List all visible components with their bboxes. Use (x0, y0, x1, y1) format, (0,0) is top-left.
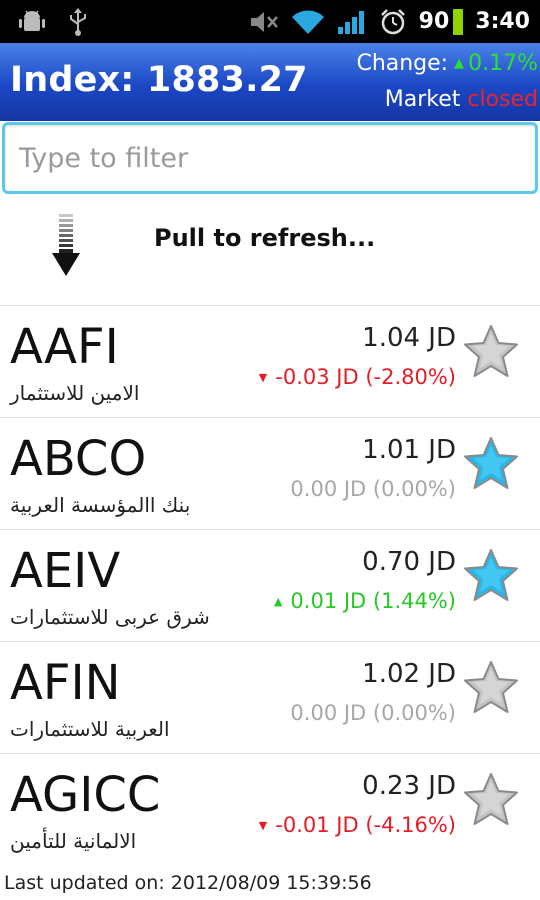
stock-price: 1.04 JD (362, 323, 456, 353)
stock-row-afin[interactable]: AFIN العربية للاستثمارات 1.02 JD 0.00 JD… (0, 643, 540, 754)
usb-icon (70, 8, 86, 36)
favorite-star-icon[interactable] (462, 547, 520, 603)
stock-symbol: AEIV (10, 543, 121, 599)
stock-row-aeiv[interactable]: AEIV شرق عربى للاستثمارات 0.70 JD ▲ 0.01 … (0, 531, 540, 642)
status-bar: 90 3:40 (0, 0, 540, 43)
refresh-arrow-icon (52, 214, 80, 276)
stock-price: 0.23 JD (362, 771, 456, 801)
market-status-line: Market closed (385, 87, 538, 112)
stock-price: 1.02 JD (362, 659, 456, 689)
clock: 3:40 (475, 9, 530, 34)
stock-change: 0.00 JD (0.00%) (290, 701, 456, 725)
filter-box[interactable] (2, 122, 538, 194)
stock-name: شرق عربى للاستثمارات (10, 605, 210, 629)
battery-icon (453, 8, 464, 35)
stock-change-value: 0.00 JD (0.00%) (290, 701, 456, 725)
battery-level: 90 (418, 9, 450, 34)
filter-input[interactable] (5, 125, 535, 191)
favorite-star-icon[interactable] (462, 323, 520, 379)
stock-price: 1.01 JD (362, 435, 456, 465)
stock-name: الامين للاستثمار (10, 381, 140, 405)
stock-change: 0.00 JD (0.00%) (290, 477, 456, 501)
favorite-star-icon[interactable] (462, 771, 520, 827)
market-label: Market (384, 87, 461, 112)
wifi-icon (291, 10, 324, 34)
change-indicator: Change: ▲ 0.17% (356, 51, 538, 76)
stock-symbol: ABCO (10, 431, 147, 487)
stock-name: الالمانية للتأمين (10, 829, 137, 853)
refresh-label: Pull to refresh... (154, 224, 376, 252)
alarm-icon (380, 8, 405, 34)
battery-indicator: 90 (418, 8, 464, 35)
favorite-star-icon[interactable] (462, 435, 520, 491)
android-debug-icon (19, 10, 45, 31)
signal-icon (337, 10, 364, 34)
stock-symbol: AGICC (10, 767, 161, 823)
stock-price: 0.70 JD (362, 547, 456, 577)
stock-change-value: 0.00 JD (0.00%) (290, 477, 456, 501)
up-arrow-icon: ▲ (273, 595, 283, 608)
stock-name: بنك االمؤسسة العربية (10, 493, 191, 517)
pull-to-refresh[interactable]: Pull to refresh... (0, 196, 540, 306)
stock-change: ▼ -0.01 JD (-4.16%) (259, 813, 456, 837)
last-updated: Last updated on: 2012/08/09 15:39:56 (4, 872, 372, 894)
stock-row-aafi[interactable]: AAFI الامين للاستثمار 1.04 JD ▼ -0.03 JD … (0, 307, 540, 418)
index-value: Index: 1883.27 (10, 60, 308, 100)
stock-symbol: AAFI (10, 319, 119, 375)
stock-row-agicc[interactable]: AGICC الالمانية للتأمين 0.23 JD ▼ -0.01 J… (0, 755, 540, 866)
stock-change-value: -0.03 JD (-2.80%) (275, 365, 456, 389)
stock-change: ▲ 0.01 JD (1.44%) (274, 589, 456, 613)
stock-change-value: 0.01 JD (1.44%) (290, 589, 456, 613)
stock-change: ▼ -0.03 JD (-2.80%) (259, 365, 456, 389)
stock-name: العربية للاستثمارات (10, 717, 170, 741)
market-status: closed (467, 87, 538, 112)
stock-change-value: -0.01 JD (-4.16%) (275, 813, 456, 837)
change-value: 0.17% (468, 51, 538, 76)
down-arrow-icon: ▼ (258, 819, 268, 832)
stock-symbol: AFIN (10, 655, 121, 711)
index-header: Index: 1883.27 Change: ▲ 0.17% Market clos… (0, 43, 540, 121)
change-label: Change: (356, 51, 449, 76)
up-arrow-icon: ▲ (454, 56, 465, 71)
mute-icon (250, 11, 278, 32)
down-arrow-icon: ▼ (258, 371, 268, 384)
stock-row-abco[interactable]: ABCO بنك االمؤسسة العربية 1.01 JD 0.00 J… (0, 419, 540, 530)
favorite-star-icon[interactable] (462, 659, 520, 715)
